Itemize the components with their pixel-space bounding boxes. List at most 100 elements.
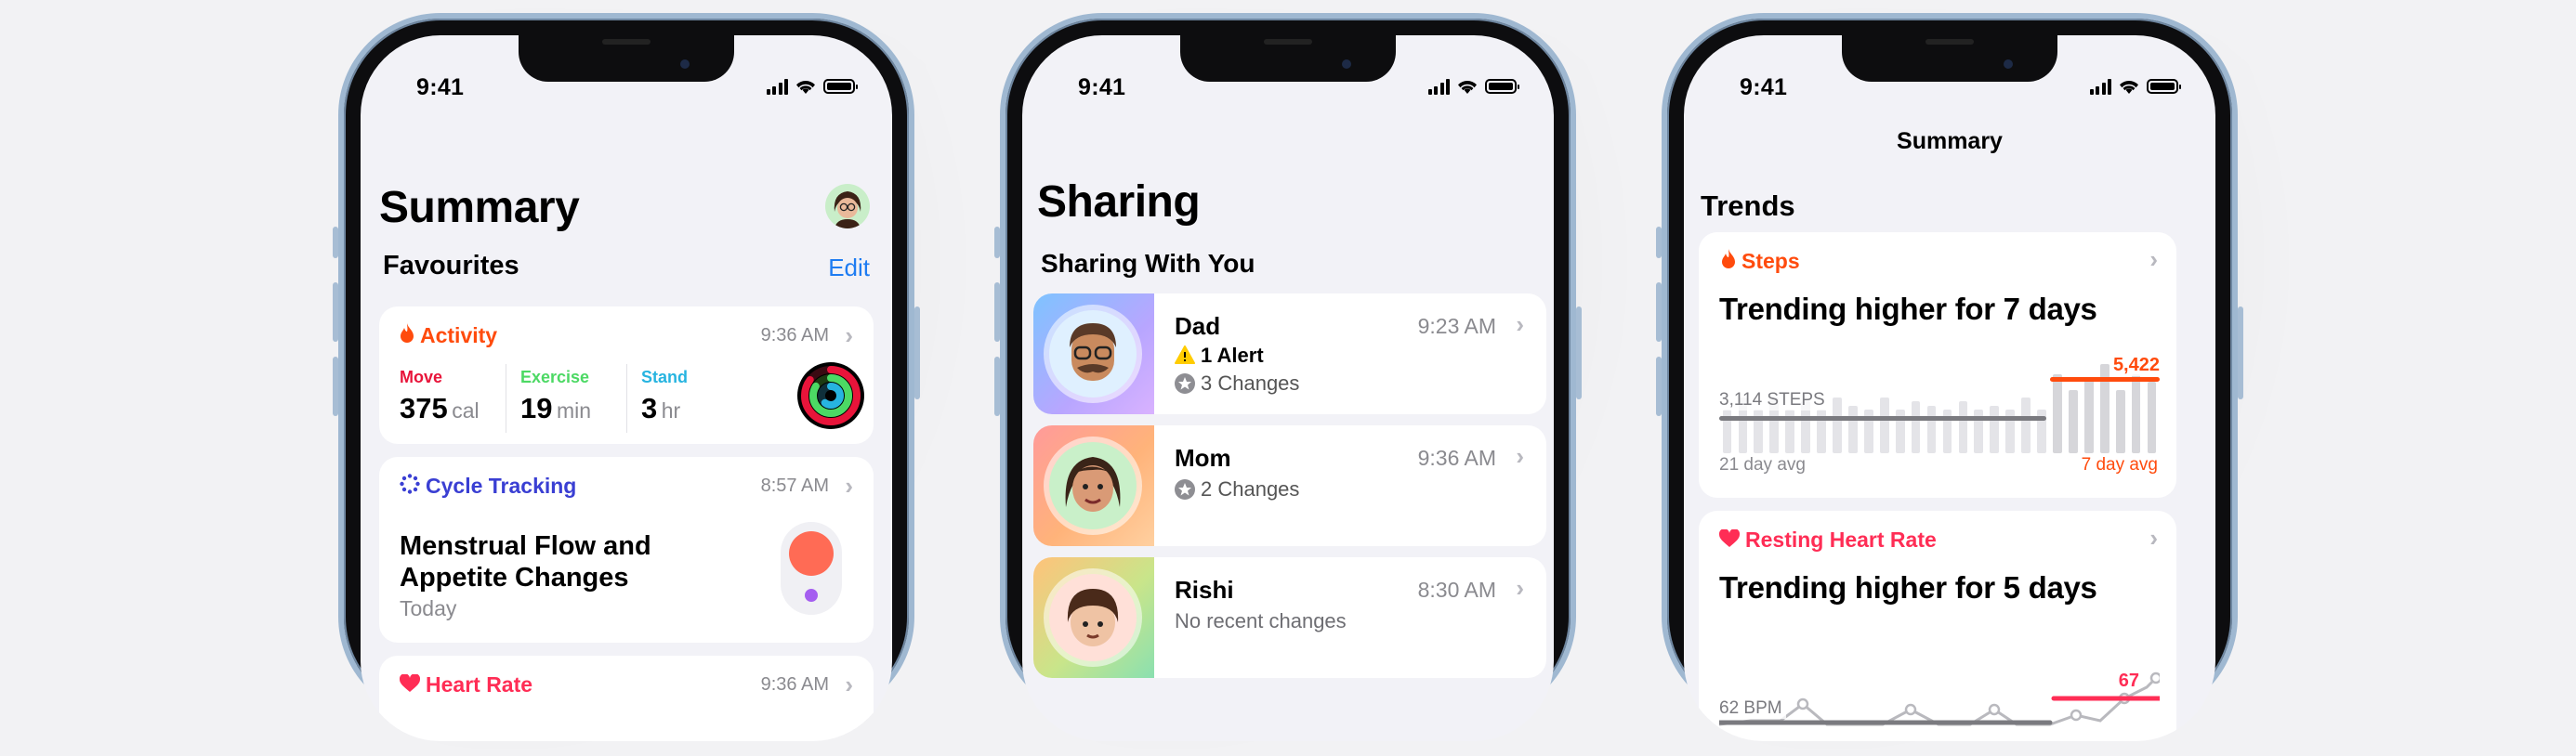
edit-link[interactable]: Edit: [828, 254, 870, 282]
stand-unit: hr: [661, 398, 681, 423]
contact-row-rishi[interactable]: Rishi 8:30 AM › No recent changes: [1033, 557, 1546, 678]
steps-bar: [2083, 378, 2094, 453]
stand-label: Stand: [641, 368, 689, 386]
contact-time: 9:23 AM: [1417, 314, 1496, 338]
rishi-avatar: [1049, 574, 1137, 661]
section-heading: Trends: [1701, 189, 1795, 222]
avg-value: 3,114 STEPS: [1719, 390, 1829, 411]
contact-note: No recent changes: [1175, 609, 1347, 632]
cycle-label: Cycle Tracking: [426, 474, 577, 498]
activity-card[interactable]: Activity 9:36 AM › Move 375 cal Exercise…: [379, 306, 874, 444]
screen: 9:41 Sharing Sharing With You Dad 9:23 A…: [1022, 35, 1554, 741]
steps-bar: [1833, 398, 1842, 453]
steps-label: Steps: [1741, 249, 1800, 273]
mom-avatar: [1049, 442, 1137, 529]
screen: 9:41 Summary Favourites Edit Activity 9:…: [361, 35, 892, 741]
nav-title: Summary: [1897, 128, 2003, 154]
cycle-icon: [400, 474, 420, 494]
move-value: 375: [400, 392, 448, 424]
chevron-right-icon: ›: [1516, 310, 1524, 338]
phone-sharing: 9:41 Sharing Sharing With You Dad 9:23 A…: [994, 13, 1632, 756]
chevron-right-icon: ›: [2149, 524, 2158, 552]
star-icon: [1175, 373, 1195, 394]
heart-rate-card[interactable]: Heart Rate 9:36 AM ›: [379, 656, 874, 741]
steps-bar: [1958, 401, 1968, 453]
steps-bar: [1911, 401, 1921, 453]
heart-icon: [400, 674, 420, 692]
steps-bar: [2069, 390, 2078, 453]
steps-bar-chart: 3,114 STEPS 5,422: [1719, 355, 2160, 453]
cycle-time: 8:57 AM: [760, 476, 829, 496]
contact-row-mom[interactable]: Mom 9:36 AM › 2 Changes: [1033, 425, 1546, 546]
notch: [1842, 35, 2057, 82]
contact-name: Rishi: [1175, 576, 1234, 604]
activity-rings-icon: [797, 362, 864, 429]
right-caption: 7 day avg: [2081, 455, 2158, 475]
star-icon: [1175, 479, 1195, 500]
contact-time: 8:30 AM: [1417, 578, 1496, 602]
avg-value: 62 BPM: [1719, 698, 1786, 719]
battery-icon: [823, 79, 858, 94]
heart-rate-time: 9:36 AM: [760, 674, 829, 695]
heart-icon: [1719, 529, 1740, 547]
contact-avatar-bg: [1033, 293, 1154, 414]
cellular-icon: [2089, 78, 2111, 95]
activity-time: 9:36 AM: [760, 325, 829, 345]
contact-name: Dad: [1175, 312, 1221, 340]
flame-icon: [1722, 249, 1735, 268]
cycle-heading-line1: Menstrual Flow and: [400, 531, 651, 561]
steps-trend-card[interactable]: Steps › Trending higher for 7 days 3,114…: [1699, 232, 2176, 498]
cycle-indicator: [781, 522, 842, 615]
exercise-unit: min: [556, 398, 591, 423]
notch: [1180, 35, 1396, 82]
exercise-label: Exercise: [520, 368, 590, 386]
resting-heading: Trending higher for 5 days: [1719, 570, 2097, 605]
chevron-right-icon: ›: [2149, 245, 2158, 273]
contact-changes: 3 Changes: [1201, 371, 1300, 395]
steps-bar: [2147, 382, 2157, 453]
cycle-tracking-card[interactable]: Cycle Tracking 8:57 AM › Menstrual Flow …: [379, 457, 874, 643]
contact-avatar-bg: [1033, 425, 1154, 546]
cellular-icon: [766, 78, 788, 95]
steps-bar: [2053, 374, 2062, 453]
resting-heart-rate-card[interactable]: Resting Heart Rate › Trending higher for…: [1699, 511, 2176, 741]
steps-bar: [1879, 398, 1889, 453]
side-button: [914, 306, 920, 399]
notch: [519, 35, 734, 82]
steps-bar: [2131, 374, 2141, 453]
phone-trends: 9:41 Summary Trends Steps › Trending hig…: [1656, 13, 2293, 756]
profile-avatar[interactable]: [825, 184, 870, 228]
status-time: 9:41: [416, 74, 465, 100]
side-button: [2238, 306, 2243, 399]
chevron-right-icon: ›: [845, 472, 853, 500]
chevron-right-icon: ›: [845, 671, 853, 698]
divider: [626, 364, 627, 433]
page-title: Sharing: [1037, 177, 1201, 227]
steps-heading: Trending higher for 7 days: [1719, 292, 2097, 326]
cellular-icon: [1427, 78, 1450, 95]
steps-bar: [1926, 406, 1937, 453]
phone-summary: 9:41 Summary Favourites Edit Activity 9:…: [333, 13, 970, 756]
contact-time: 9:36 AM: [1417, 446, 1496, 470]
steps-bar: [1848, 406, 1858, 453]
steps-bar: [1990, 406, 2000, 453]
contact-changes: 2 Changes: [1201, 477, 1300, 501]
steps-bar: [2115, 390, 2125, 453]
status-time: 9:41: [1078, 74, 1126, 100]
exercise-value: 19: [520, 392, 553, 424]
contact-row-dad[interactable]: Dad 9:23 AM › 1 Alert 3 Changes: [1033, 293, 1546, 414]
dad-avatar: [1049, 310, 1137, 398]
wifi-icon: [2120, 80, 2138, 94]
activity-label: Activity: [420, 323, 498, 347]
warning-icon: [1175, 345, 1195, 364]
resting-label: Resting Heart Rate: [1745, 528, 1937, 552]
steps-bar: [2021, 398, 2031, 453]
wifi-icon: [1458, 80, 1477, 94]
screen: 9:41 Summary Trends Steps › Trending hig…: [1684, 35, 2215, 741]
battery-icon: [2147, 79, 2181, 94]
chevron-right-icon: ›: [1516, 574, 1524, 602]
section-heading: Sharing With You: [1041, 249, 1255, 278]
chevron-right-icon: ›: [845, 321, 853, 349]
stand-value: 3: [641, 392, 658, 424]
favourites-heading: Favourites: [383, 251, 519, 280]
